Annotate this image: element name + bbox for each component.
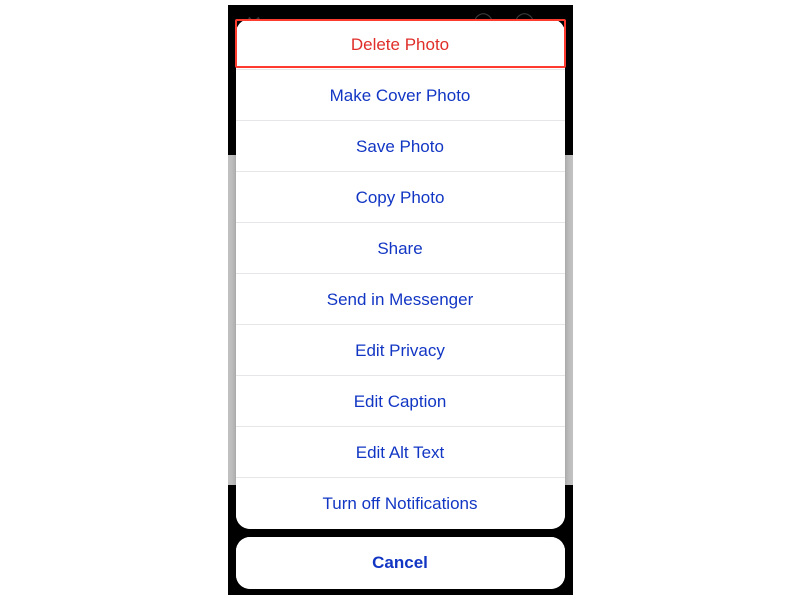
device-screen: ✕ ◯ ◯ Delete PhotoMake Cover PhotoSave P… [228,5,573,595]
edit-alt-text-option[interactable]: Edit Alt Text [236,427,565,478]
send-in-messenger-option[interactable]: Send in Messenger [236,274,565,325]
frame: ✕ ◯ ◯ Delete PhotoMake Cover PhotoSave P… [0,0,800,600]
action-sheet-options: Delete PhotoMake Cover PhotoSave PhotoCo… [236,19,565,529]
share-option[interactable]: Share [236,223,565,274]
action-sheet: Delete PhotoMake Cover PhotoSave PhotoCo… [236,9,565,589]
turn-off-notifications-option[interactable]: Turn off Notifications [236,478,565,529]
make-cover-photo-option[interactable]: Make Cover Photo [236,70,565,121]
delete-photo-option[interactable]: Delete Photo [236,19,565,70]
edit-privacy-option[interactable]: Edit Privacy [236,325,565,376]
copy-photo-option[interactable]: Copy Photo [236,172,565,223]
cancel-button[interactable]: Cancel [236,537,565,589]
edit-caption-option[interactable]: Edit Caption [236,376,565,427]
action-sheet-cancel-panel: Cancel [236,537,565,589]
save-photo-option[interactable]: Save Photo [236,121,565,172]
